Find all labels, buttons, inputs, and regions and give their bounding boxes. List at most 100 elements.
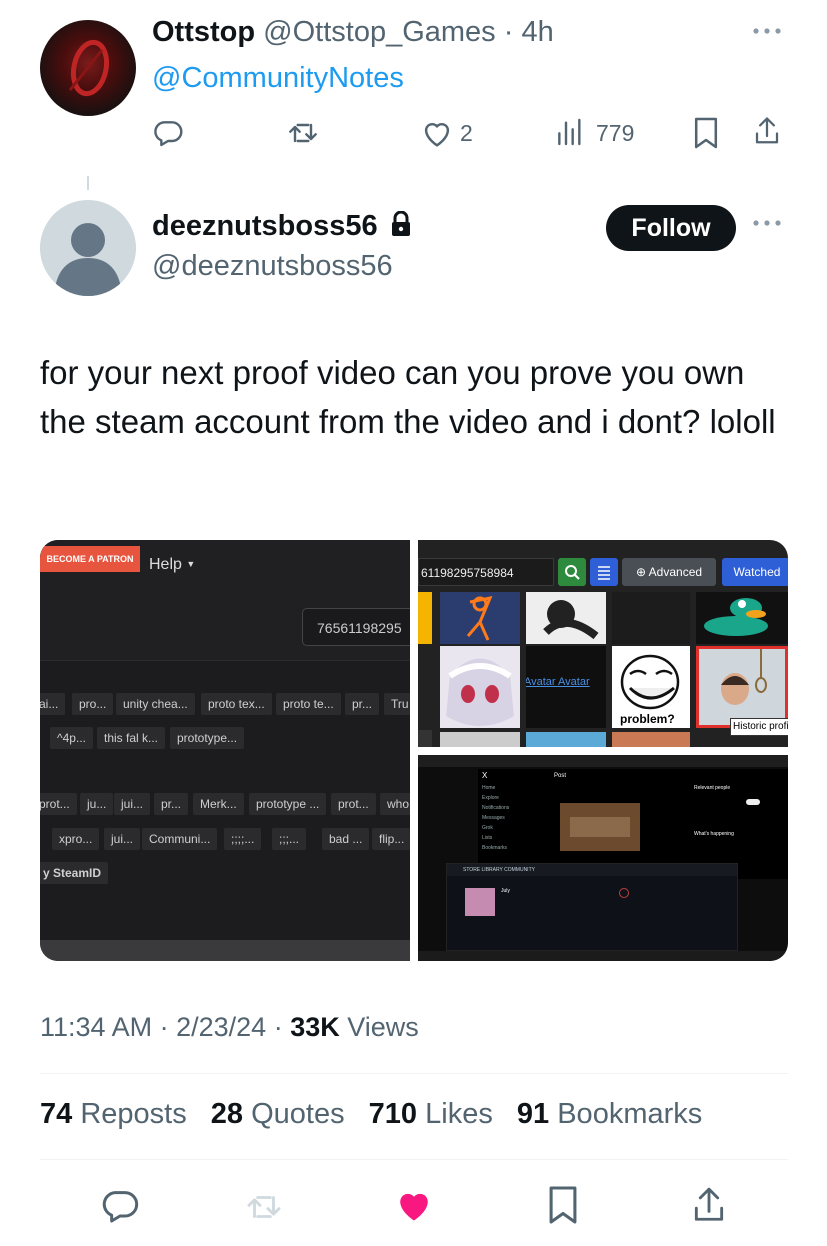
reposts-count: 74 — [40, 1098, 73, 1130]
avatar-tile — [440, 732, 520, 747]
more-icon[interactable] — [752, 218, 782, 228]
video-scene — [570, 817, 630, 837]
media-grid: BECOME A PATRON Help ▼ 76561198295 ai...… — [40, 540, 788, 961]
name-chip: this fal k... — [97, 727, 166, 749]
bookmarks-stat[interactable]: 91 Bookmarks — [517, 1098, 702, 1130]
meta-dot: · — [159, 1012, 177, 1042]
thread-connector — [87, 176, 89, 190]
reposts-stat[interactable]: 74 Reposts — [40, 1098, 187, 1130]
name-chip: Merk... — [193, 793, 244, 815]
likes-stat[interactable]: 710 Likes — [369, 1098, 493, 1130]
nav-item: Grok — [482, 825, 493, 831]
windows-taskbar — [418, 951, 788, 961]
avatar-tile — [696, 592, 788, 644]
nav-item: Notifications — [482, 805, 510, 811]
tweet-time[interactable]: 11:34 AM — [40, 1012, 152, 1042]
reply-views-count: 779 — [596, 120, 635, 146]
whats-happening: What's happening — [694, 831, 734, 837]
author-avatar[interactable] — [40, 200, 136, 296]
tweet-date[interactable]: 2/23/24 — [176, 1012, 266, 1042]
repost-icon[interactable] — [244, 1188, 284, 1226]
avatar-tile — [440, 646, 520, 728]
name-chip: prototype ... — [249, 793, 327, 815]
media-image-1[interactable]: BECOME A PATRON Help ▼ 76561198295 ai...… — [40, 540, 410, 961]
reply-mention-link[interactable]: @CommunityNotes — [152, 62, 404, 95]
avatar-tile — [418, 592, 432, 644]
views-label: Views — [347, 1012, 419, 1042]
reply-views-icon[interactable] — [554, 116, 586, 148]
name-chip: jui... — [104, 828, 141, 850]
like-icon-filled[interactable] — [393, 1186, 435, 1224]
tweet-text: for your next proof video can you prove … — [40, 354, 776, 440]
reply-dot: · — [503, 16, 514, 48]
nav-item: Home — [482, 785, 496, 791]
name-chip: ai... — [40, 693, 66, 715]
avatar-tile — [612, 732, 690, 747]
name-chip: pro... — [72, 693, 114, 715]
relevant-people: Relevant people — [694, 785, 731, 791]
meta-dot: · — [273, 1012, 291, 1042]
reply-author: Ottstop @Ottstop_Games · 4h — [152, 16, 554, 49]
name-chip: prot... — [331, 793, 376, 815]
steam-window: STORE LIBRARY COMMUNITY July — [446, 863, 738, 951]
video-thumbnail — [560, 803, 640, 851]
list-icon — [590, 558, 618, 586]
avatar-link: Avatar Avatar — [526, 676, 590, 688]
more-icon[interactable] — [752, 26, 782, 36]
level-badge — [619, 888, 629, 898]
follow-button[interactable]: Follow — [606, 205, 736, 251]
name-chip: proto tex... — [201, 693, 272, 715]
name-chip: ^4p... — [50, 727, 93, 749]
engagement-stats: 74 Reposts 28 Quotes 710 Likes 91 Bookma… — [40, 1098, 702, 1131]
quotes-label: Quotes — [251, 1098, 345, 1130]
steamid-chip: y SteamID — [40, 862, 109, 884]
name-chip: xpro... — [52, 828, 100, 850]
share-icon[interactable] — [690, 1184, 728, 1226]
name-chip: prot... — [40, 793, 77, 815]
name-chip: Communi... — [142, 828, 218, 850]
name-chip: proto te... — [276, 693, 341, 715]
reposts-label: Reposts — [80, 1098, 187, 1130]
name-chip: pr... — [345, 693, 380, 715]
reply-time[interactable]: 4h — [521, 16, 553, 48]
divider — [40, 1159, 788, 1160]
author-handle[interactable]: @deeznutsboss56 — [152, 250, 393, 283]
name-chip: ju... — [80, 793, 114, 815]
name-chip: prototype... — [170, 727, 245, 749]
author-display-name[interactable]: deeznutsboss56 — [152, 210, 378, 242]
reply-like-icon[interactable] — [420, 118, 454, 148]
reply-bookmark-icon[interactable] — [692, 116, 720, 150]
bookmarks-count: 91 — [516, 1098, 550, 1130]
reply-repost-icon[interactable] — [286, 117, 320, 149]
avatar-tile: Avatar Avatar — [526, 646, 606, 728]
steam-profile-avatar — [465, 888, 495, 916]
name-chip: jui... — [114, 793, 151, 815]
likes-label: Likes — [425, 1098, 493, 1130]
nav-item: Messages — [482, 815, 505, 821]
follow-chip — [746, 799, 760, 805]
avatar-tile-highlighted — [696, 646, 788, 728]
patron-button: BECOME A PATRON — [40, 546, 140, 572]
reply-handle[interactable]: @Ottstop_Games — [263, 16, 496, 48]
reply-display-name[interactable]: Ottstop — [152, 16, 255, 48]
tweet-meta: 11:34 AM · 2/23/24 · 33K Views — [40, 1012, 419, 1043]
name-chip: ;;;;... — [224, 828, 262, 850]
name-chip: Tru — [384, 693, 410, 715]
media-image-2[interactable]: 61198295758984 ⊕ Advanced Watched Avatar… — [418, 540, 788, 747]
name-chip: pr... — [154, 793, 189, 815]
reply-share-icon[interactable] — [752, 114, 782, 148]
post-header: Post — [554, 773, 567, 779]
steamid-search-input: 61198295758984 — [418, 558, 554, 586]
avatar-tile — [612, 592, 690, 644]
reply-avatar[interactable] — [40, 20, 136, 116]
quotes-stat[interactable]: 28 Quotes — [211, 1098, 345, 1130]
nav-item: Bookmarks — [482, 845, 508, 851]
zoom-icon: ⊕ — [635, 565, 646, 579]
bookmark-icon[interactable] — [546, 1184, 580, 1226]
reply-comment-icon[interactable] — [152, 117, 184, 149]
nav-item: Lists — [482, 835, 493, 841]
reply-icon[interactable] — [100, 1186, 140, 1226]
divider — [40, 1073, 788, 1074]
avatar-tile — [440, 592, 520, 644]
media-image-3[interactable]: X Home Explore Notifications Messages Gr… — [418, 755, 788, 961]
